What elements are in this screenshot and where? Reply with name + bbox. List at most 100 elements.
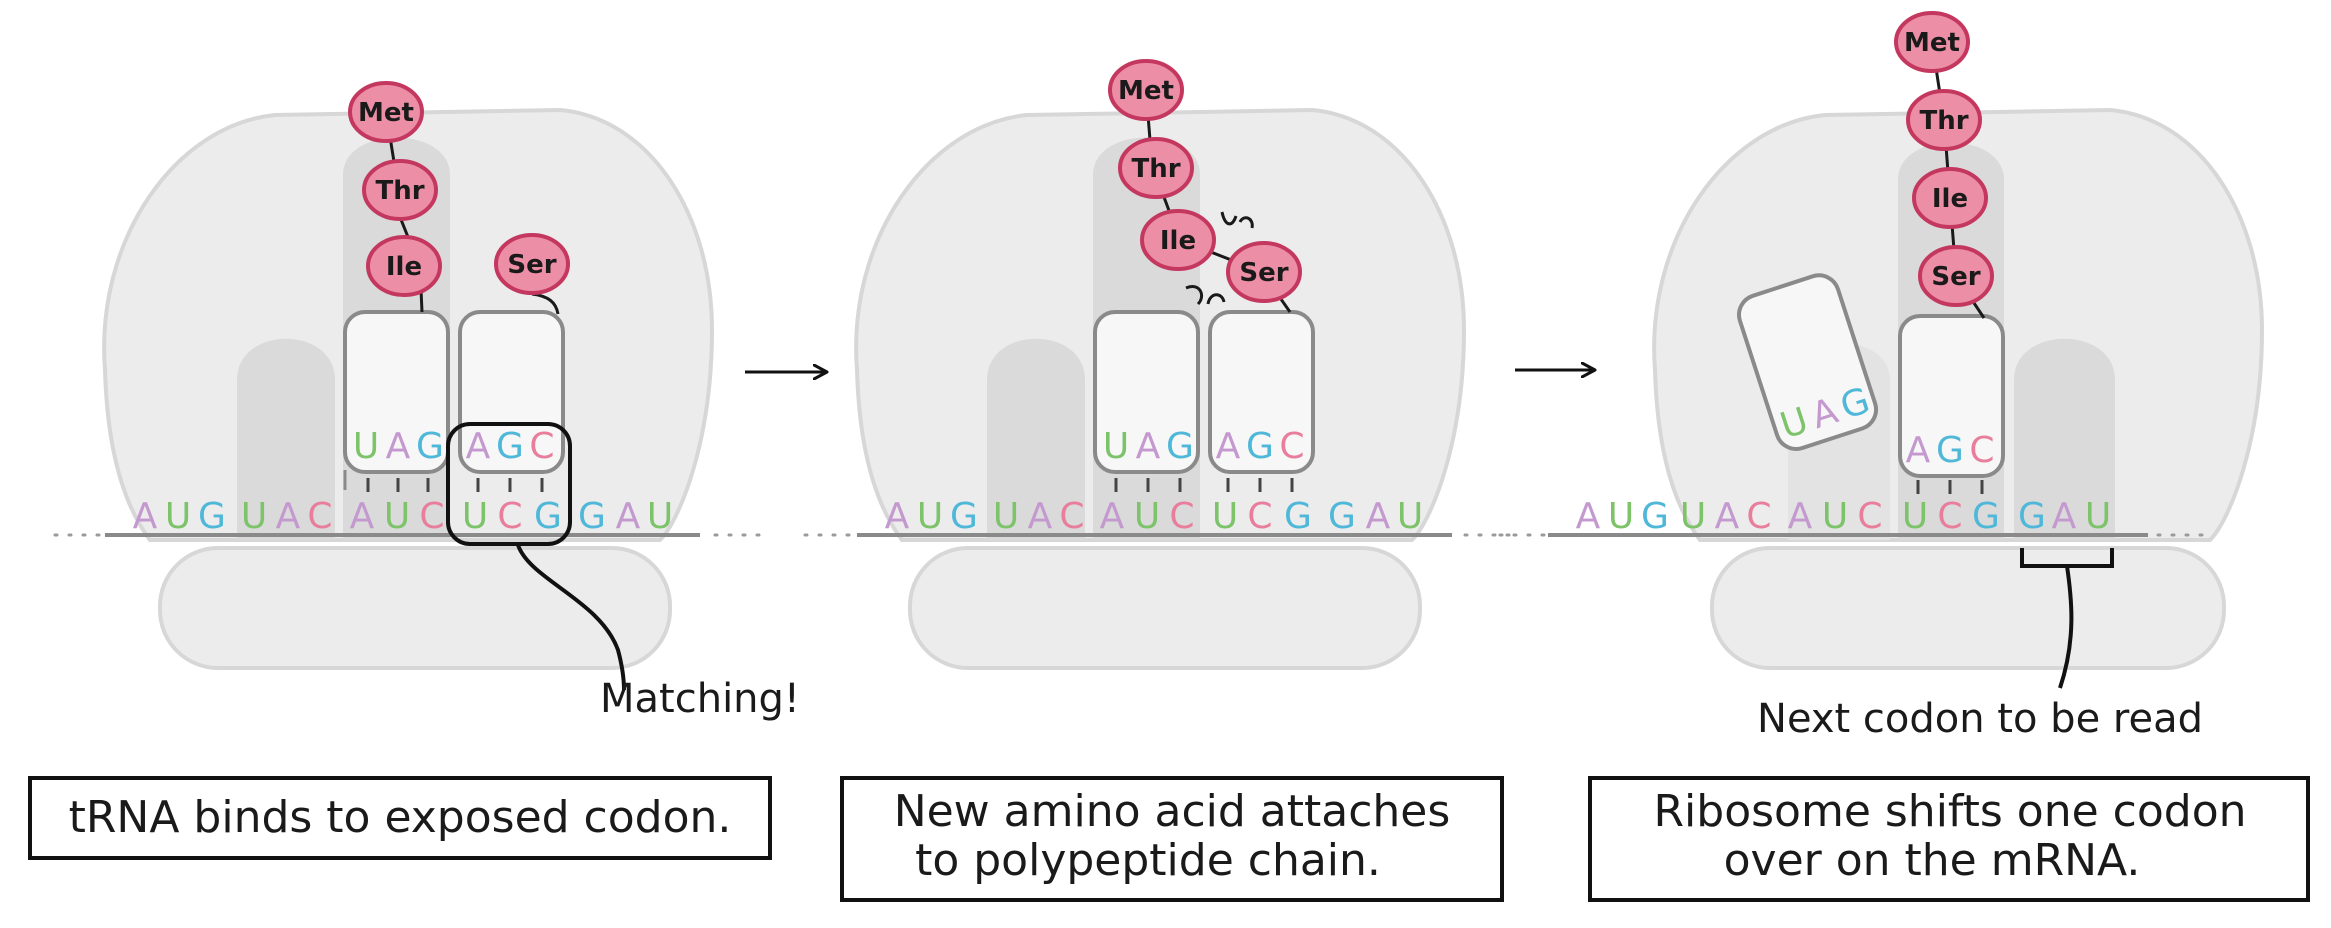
mrna-base: U (647, 496, 673, 537)
mrna-base: C (497, 496, 522, 537)
caption-line: Ribosome shifts one codon (1653, 786, 2246, 837)
mrna-base: U (993, 496, 1019, 537)
mrna-base: U (165, 496, 191, 537)
trna-peptidyl: A G C (1898, 314, 2005, 494)
anticodon-base: A (1136, 426, 1161, 467)
mrna-base: G (198, 496, 226, 537)
mrna-base: C (1247, 496, 1272, 537)
anticodon-base: G (1936, 430, 1964, 471)
anticodon-base: C (1969, 430, 1994, 471)
svg-text:Met: Met (358, 98, 414, 128)
mrna-base: G (950, 496, 978, 537)
mrna-base: G (1328, 496, 1356, 537)
mrna-base: G (1641, 496, 1669, 537)
anticodon-base: G (1166, 426, 1194, 467)
amino-acid: Met (1894, 11, 1970, 73)
caption-box: New amino acid attaches to polypeptide c… (840, 776, 1504, 902)
anticodon-base: U (1103, 426, 1129, 467)
svg-text:Thr: Thr (1131, 154, 1180, 184)
panel-2: A U G U A C A U C U C G G A U U A G A G … (803, 59, 1522, 902)
anticodon-base: G (496, 426, 524, 467)
svg-text:Met: Met (1904, 28, 1960, 58)
ribosome-small-subunit (158, 546, 672, 670)
trna-left: U A G (343, 310, 450, 492)
trna-right: A G C (1208, 310, 1315, 492)
translation-diagram: A U G U A C A U C U C G G A U U A G A G … (28, 11, 2310, 902)
mrna-base: U (1822, 496, 1848, 537)
mrna-base: G (1284, 496, 1312, 537)
mrna-base: U (1608, 496, 1634, 537)
amino-acid: Ser (1226, 241, 1302, 303)
mrna-base: U (1902, 496, 1928, 537)
caption-line: tRNA binds to exposed codon. (69, 792, 732, 843)
anticodon-base: G (416, 426, 444, 467)
caption-line: over on the mRNA. (1724, 835, 2141, 886)
svg-text:Thr: Thr (375, 176, 424, 206)
mrna-base: G (1972, 496, 2000, 537)
matching-label: Matching! (600, 676, 800, 722)
panel-3: A U G U A C A U C U C G G A U U A G A G … (1498, 11, 2310, 902)
amino-acid: Ile (1140, 209, 1216, 271)
mrna-base: U (1680, 496, 1706, 537)
mrna-base: A (1100, 496, 1125, 537)
mrna-base: A (1028, 496, 1053, 537)
amino-acid: Ile (366, 235, 442, 297)
mrna-base: U (2085, 496, 2111, 537)
amino-acid: Met (1108, 59, 1184, 121)
mrna-base: U (241, 496, 267, 537)
amino-acid: Met (348, 81, 424, 143)
mrna-base: G (2018, 496, 2046, 537)
mrna-base: C (419, 496, 444, 537)
anticodon-base: A (1216, 426, 1241, 467)
mrna-base: C (1746, 496, 1771, 537)
caption-line: to polypeptide chain. (915, 835, 1381, 886)
svg-text:Ile: Ile (386, 252, 422, 282)
svg-text:Thr: Thr (1919, 106, 1968, 136)
mrna-base: C (1937, 496, 1962, 537)
mrna-base: U (1134, 496, 1160, 537)
mrna-base: A (276, 496, 301, 537)
amino-acid: Ser (1918, 245, 1994, 307)
ribosome-small-subunit (908, 546, 1422, 670)
panel-1: A U G U A C A U C U C G G A U U A G A G … (28, 81, 800, 860)
anticodon-base: A (386, 426, 411, 467)
amino-acid-new: Ser (494, 233, 570, 295)
mrna-base: A (885, 496, 910, 537)
mrna-base: C (1857, 496, 1882, 537)
ribosome-small-subunit (1710, 546, 2226, 670)
mrna-base: A (133, 496, 158, 537)
trna-left: U A G (1093, 310, 1200, 492)
svg-text:Ile: Ile (1160, 226, 1196, 256)
anticodon-base: C (529, 426, 554, 467)
mrna-base: U (1212, 496, 1238, 537)
amino-acid: Ile (1912, 167, 1988, 229)
mrna-base: A (2052, 496, 2077, 537)
anticodon-base: G (1246, 426, 1274, 467)
mrna-base: C (307, 496, 332, 537)
mrna-base: U (384, 496, 410, 537)
caption-box: tRNA binds to exposed codon. (28, 776, 772, 860)
mrna-base: A (1788, 496, 1813, 537)
mrna-base: U (462, 496, 488, 537)
mrna-base: A (1366, 496, 1391, 537)
mrna-base: A (616, 496, 641, 537)
anticodon-base: U (353, 426, 379, 467)
caption-box: Ribosome shifts one codon over on the mR… (1588, 776, 2310, 902)
next-codon-label: Next codon to be read (1757, 696, 2203, 742)
mrna-base: U (917, 496, 943, 537)
svg-text:Ser: Ser (1931, 262, 1980, 292)
anticodon-base: C (1279, 426, 1304, 467)
amino-acid: Thr (362, 159, 438, 221)
svg-text:Met: Met (1118, 76, 1174, 106)
mrna-base: G (578, 496, 606, 537)
svg-text:Ile: Ile (1932, 184, 1968, 214)
mrna-base: G (534, 496, 562, 537)
amino-acid: Thr (1118, 137, 1194, 199)
mrna-base: A (350, 496, 375, 537)
svg-text:Ser: Ser (1239, 258, 1288, 288)
mrna-base: A (1715, 496, 1740, 537)
mrna-base: C (1169, 496, 1194, 537)
caption-line: New amino acid attaches (894, 786, 1451, 837)
mrna-base: U (1397, 496, 1423, 537)
trna-right: A G C (458, 310, 565, 492)
